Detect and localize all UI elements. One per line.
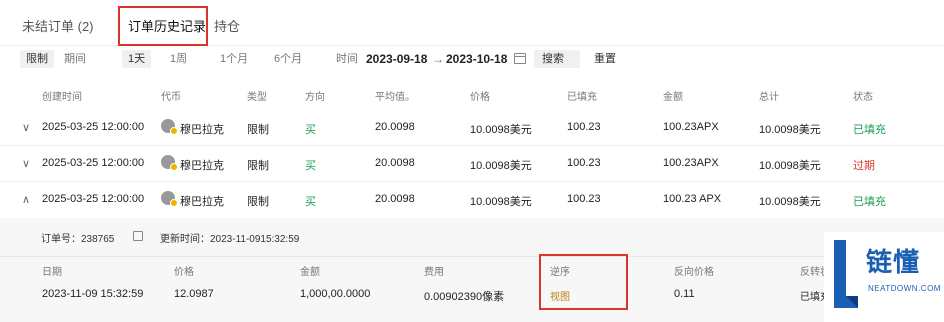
row-filled: 100.23 <box>567 193 601 205</box>
collapse-chevron-icon[interactable]: ∧ <box>22 193 30 206</box>
col-type: 类型 <box>247 92 267 103</box>
row-price: 10.0098美元 <box>470 196 532 208</box>
logo-l-icon <box>834 240 858 308</box>
date-start[interactable]: 2023-09-18 <box>366 52 427 66</box>
detail-date: 2023-11-09 15:32:59 <box>42 288 144 300</box>
row-amount: 100.23 APX <box>663 193 722 205</box>
highlight-box-reverse <box>539 254 628 310</box>
row-side: 买 <box>305 196 316 208</box>
order-detail-panel: 订单号：238765 更新时间：2023-11-0915:32:59 日期 价格… <box>0 218 944 322</box>
col-filled: 已填充 <box>567 92 597 103</box>
col-coin: 代币 <box>161 92 181 103</box>
copy-icon[interactable] <box>133 231 143 241</box>
date-arrow: → <box>432 52 444 66</box>
date-end[interactable]: 2023-10-18 <box>446 52 507 66</box>
range-1w[interactable]: 1周 <box>164 50 193 68</box>
coin-icon <box>161 191 178 207</box>
table-row[interactable]: ∨ 2025-03-25 12:00:00 穆巴拉克 限制 买 20.0098 … <box>0 146 944 182</box>
detail-price: 12.0987 <box>174 288 214 300</box>
row-coin: 穆巴拉克 <box>180 160 224 172</box>
expand-chevron-icon[interactable]: ∨ <box>22 121 30 134</box>
tab-open-orders[interactable]: 未结订单 (2) <box>22 16 94 35</box>
range-1m[interactable]: 1个月 <box>214 50 254 68</box>
coin-icon <box>161 155 178 171</box>
period-label: 期间 <box>64 53 86 65</box>
detail-amount: 1,000,00.0000 <box>300 288 371 300</box>
row-type: 限制 <box>247 160 269 172</box>
col-created-time: 创建时间 <box>42 92 82 103</box>
row-filled: 100.23 <box>567 157 601 169</box>
row-status: 已填充 <box>853 124 886 136</box>
expand-chevron-icon[interactable]: ∨ <box>22 157 30 170</box>
row-side: 买 <box>305 160 316 172</box>
row-coin: 穆巴拉克 <box>180 196 224 208</box>
order-number: 订单号：238765 <box>41 234 115 245</box>
search-button[interactable]: 搜索 <box>534 50 580 68</box>
logo-text: 链懂 <box>866 247 921 277</box>
logo-subtext: NEATDOWN.COM <box>868 284 941 293</box>
highlight-box-history-tab <box>118 6 208 46</box>
detail-fee: 0.00902390像素 <box>424 291 505 303</box>
reset-button[interactable]: 重置 <box>588 50 622 68</box>
row-type: 限制 <box>247 124 269 136</box>
row-amount: 100.23APX <box>663 121 719 133</box>
detail-table-header: 日期 价格 金额 费用 逆序 反向价格 反转状态 <box>0 256 944 278</box>
col-price: 价格 <box>470 92 490 103</box>
col-status: 状态 <box>853 92 873 103</box>
detail-reverse-price: 0.11 <box>674 288 695 300</box>
detail-col-date: 日期 <box>42 267 62 278</box>
row-side: 买 <box>305 124 316 136</box>
row-price: 10.0098美元 <box>470 160 532 172</box>
time-label: 时间 <box>336 53 358 65</box>
order-type-select[interactable]: 限制 <box>20 50 54 68</box>
row-avg: 20.0098 <box>375 121 415 133</box>
row-total: 10.0098美元 <box>759 160 821 172</box>
row-created-time: 2025-03-25 12:00:00 <box>42 121 145 133</box>
row-coin: 穆巴拉克 <box>180 124 224 136</box>
row-type: 限制 <box>247 196 269 208</box>
row-status: 过期 <box>853 160 875 172</box>
coin-icon <box>161 119 178 135</box>
tab-positions[interactable]: 持仓 <box>214 16 240 35</box>
row-created-time: 2025-03-25 12:00:00 <box>42 193 145 205</box>
row-total: 10.0098美元 <box>759 124 821 136</box>
col-avg: 平均值。 <box>375 92 415 103</box>
table-row[interactable]: ∧ 2025-03-25 12:00:00 穆巴拉克 限制 买 20.0098 … <box>0 182 944 218</box>
update-time: 更新时间：2023-11-0915:32:59 <box>160 234 300 245</box>
calendar-icon[interactable] <box>514 53 526 64</box>
row-created-time: 2025-03-25 12:00:00 <box>42 157 145 169</box>
row-amount: 100.23APX <box>663 157 719 169</box>
detail-row: 2023-11-09 15:32:59 12.0987 1,000,00.000… <box>0 280 944 308</box>
row-price: 10.0098美元 <box>470 124 532 136</box>
filter-bar: 限制 期间 1天 1周 1个月 6个月 时间 2023-09-18 → 2023… <box>18 48 944 72</box>
row-avg: 20.0098 <box>375 157 415 169</box>
watermark-logo: 链懂 NEATDOWN.COM <box>824 232 944 322</box>
detail-col-fee: 费用 <box>424 267 444 278</box>
col-side: 方向 <box>305 92 325 103</box>
detail-col-amount: 金额 <box>300 267 320 278</box>
col-total: 总计 <box>759 92 779 103</box>
row-filled: 100.23 <box>567 121 601 133</box>
range-6m[interactable]: 6个月 <box>268 50 308 68</box>
range-1d[interactable]: 1天 <box>122 50 152 68</box>
row-avg: 20.0098 <box>375 193 415 205</box>
row-total: 10.0098美元 <box>759 196 821 208</box>
col-amount: 金额 <box>663 92 683 103</box>
row-status: 已填充 <box>853 196 886 208</box>
detail-col-price: 价格 <box>174 267 194 278</box>
detail-col-reverse-price: 反向价格 <box>674 267 714 278</box>
table-row[interactable]: ∨ 2025-03-25 12:00:00 穆巴拉克 限制 买 20.0098 … <box>0 110 944 146</box>
table-header: 创建时间 代币 类型 方向 平均值。 价格 已填充 金额 总计 状态 <box>0 86 944 104</box>
